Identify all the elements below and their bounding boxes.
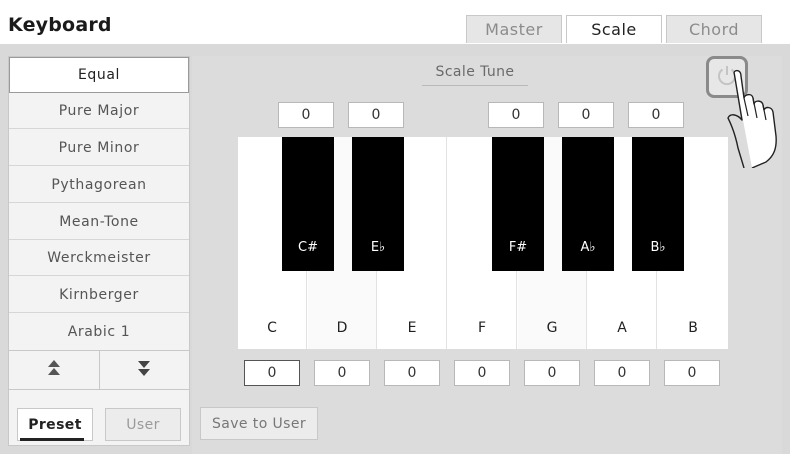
key-label-e: E — [407, 320, 417, 336]
list-item-werckmeister[interactable]: Werckmeister — [9, 240, 189, 276]
preset-button[interactable]: Preset — [17, 408, 93, 441]
a-flat-value[interactable]: 0 — [558, 102, 614, 128]
page-title: Keyboard — [8, 14, 112, 36]
list-item-pythagorean[interactable]: Pythagorean — [9, 167, 189, 203]
f-value[interactable]: 0 — [454, 360, 510, 386]
black-key-a-flat[interactable]: A♭ — [562, 137, 614, 271]
key-label-e-flat: E♭ — [370, 240, 386, 255]
top-bar: Keyboard Master Scale Chord — [0, 0, 790, 44]
list-item-equal[interactable]: Equal — [9, 57, 189, 93]
page-down-button[interactable] — [100, 351, 190, 389]
key-label-c: C — [267, 320, 277, 336]
list-item-pure-minor[interactable]: Pure Minor — [9, 130, 189, 166]
scale-type-list: Equal Pure Major Pure Minor Pythagorean … — [8, 56, 190, 446]
scale-tune-area: Scale Tune 0 0 0 0 0 C D E F G A B C# E♭… — [192, 56, 782, 454]
key-label-f-sharp: F# — [508, 240, 528, 255]
key-label-f: F — [477, 320, 487, 336]
key-label-c-sharp: C# — [298, 240, 318, 255]
content-panel: Equal Pure Major Pure Minor Pythagorean … — [0, 44, 790, 454]
black-key-b-flat[interactable]: B♭ — [632, 137, 684, 271]
key-label-b: B — [688, 320, 698, 336]
pointing-hand-icon — [722, 68, 782, 172]
list-page-controls — [9, 350, 189, 390]
list-item-kirnberger[interactable]: Kirnberger — [9, 277, 189, 313]
tab-chord[interactable]: Chord — [666, 15, 762, 43]
b-value[interactable]: 0 — [664, 360, 720, 386]
key-label-g: G — [546, 320, 558, 336]
piano-keyboard: C D E F G A B C# E♭ F# A♭ B♭ — [238, 137, 728, 349]
list-item-mean-tone[interactable]: Mean-Tone — [9, 204, 189, 240]
black-key-f-sharp[interactable]: F# — [492, 137, 544, 271]
d-value[interactable]: 0 — [314, 360, 370, 386]
list-item-pure-major[interactable]: Pure Major — [9, 93, 189, 129]
c-value[interactable]: 0 — [244, 360, 300, 386]
g-value[interactable]: 0 — [524, 360, 580, 386]
tab-bar: Master Scale Chord — [466, 15, 762, 44]
black-key-e-flat[interactable]: E♭ — [352, 137, 404, 271]
key-label-d: D — [336, 320, 348, 336]
tab-master[interactable]: Master — [466, 15, 562, 43]
page-up-button[interactable] — [9, 351, 100, 389]
black-key-c-sharp[interactable]: C# — [282, 137, 334, 271]
tab-scale[interactable]: Scale — [566, 15, 662, 43]
list-item-arabic-1[interactable]: Arabic 1 — [9, 314, 189, 350]
user-button[interactable]: User — [105, 408, 181, 441]
e-flat-value[interactable]: 0 — [348, 102, 404, 128]
key-label-a-flat: A♭ — [580, 240, 596, 255]
double-triangle-up-icon — [47, 359, 61, 381]
save-to-user-button[interactable]: Save to User — [200, 407, 318, 440]
double-triangle-down-icon — [137, 359, 151, 381]
key-label-b-flat: B♭ — [650, 240, 666, 255]
key-label-a: A — [617, 320, 627, 336]
e-value[interactable]: 0 — [384, 360, 440, 386]
c-sharp-value[interactable]: 0 — [278, 102, 334, 128]
scale-tune-label: Scale Tune — [422, 64, 528, 86]
b-flat-value[interactable]: 0 — [628, 102, 684, 128]
f-sharp-value[interactable]: 0 — [488, 102, 544, 128]
a-value[interactable]: 0 — [594, 360, 650, 386]
